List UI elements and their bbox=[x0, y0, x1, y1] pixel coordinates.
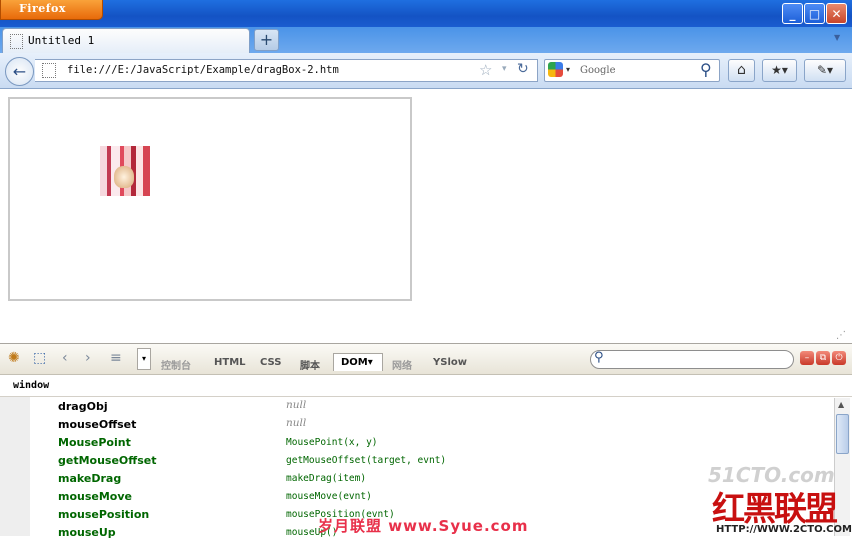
dom-gutter bbox=[0, 397, 30, 536]
engine-dropdown-icon[interactable]: ▾ bbox=[566, 65, 570, 74]
site-identity-icon[interactable] bbox=[42, 63, 56, 78]
watermark-hongxia: 红黑联盟 bbox=[712, 489, 838, 528]
dom-property-name[interactable]: mousePosition bbox=[58, 508, 149, 521]
drag-box-container bbox=[8, 97, 412, 301]
tab-dom[interactable]: DOM▾ bbox=[341, 357, 373, 368]
back-arrow-icon[interactable]: ‹ bbox=[62, 350, 68, 366]
scroll-thumb[interactable] bbox=[836, 414, 849, 454]
dom-property-name[interactable]: MousePoint bbox=[58, 436, 131, 449]
resize-grip-icon[interactable]: ⋰ bbox=[836, 330, 846, 341]
close-button[interactable]: ✕ bbox=[826, 3, 847, 24]
url-text[interactable]: file:///E:/JavaScript/Example/dragBox-2.… bbox=[67, 64, 339, 76]
bookmarks-menu-button[interactable]: ★▾ bbox=[762, 59, 797, 82]
back-button[interactable]: ← bbox=[5, 57, 34, 86]
google-engine-icon[interactable] bbox=[548, 62, 563, 77]
firebug-minimize-button[interactable]: – bbox=[800, 351, 814, 365]
dom-property-value[interactable]: makeDrag(item) bbox=[286, 473, 366, 484]
addon-menu-button[interactable]: ✎▾ bbox=[804, 59, 846, 82]
tab-yslow[interactable]: YSlow bbox=[433, 357, 467, 368]
dom-property-value[interactable]: mouseMove(evnt) bbox=[286, 491, 372, 502]
tab-net[interactable]: 网络 bbox=[392, 357, 412, 372]
forward-arrow-icon[interactable]: › bbox=[85, 350, 91, 366]
dom-property-name[interactable]: dragObj bbox=[58, 400, 108, 413]
maximize-button[interactable]: □ bbox=[804, 3, 825, 24]
search-bar[interactable] bbox=[544, 59, 720, 82]
dom-scrollbar[interactable]: ▲ bbox=[834, 398, 850, 536]
list-icon[interactable]: ≡ bbox=[110, 350, 122, 366]
tab-script[interactable]: 脚本 bbox=[300, 357, 320, 372]
tab-html[interactable]: HTML bbox=[214, 357, 246, 368]
inspect-element-icon[interactable]: ⬚ bbox=[33, 350, 46, 366]
firebug-path-bar bbox=[0, 375, 852, 397]
dom-property-value[interactable]: null bbox=[286, 417, 306, 429]
home-button[interactable]: ⌂ bbox=[728, 59, 755, 82]
tab-css[interactable]: CSS bbox=[260, 357, 281, 368]
tab-console[interactable]: 控制台 bbox=[161, 357, 191, 372]
scroll-up-icon[interactable]: ▲ bbox=[838, 400, 844, 409]
tab-untitled[interactable]: Untitled 1 bbox=[2, 28, 250, 53]
dom-property-name[interactable]: mouseMove bbox=[58, 490, 132, 503]
new-tab-button[interactable]: + bbox=[254, 29, 279, 51]
firebug-close-button[interactable]: ⏻ bbox=[832, 351, 846, 365]
dom-property-value[interactable]: MousePoint(x, y) bbox=[286, 437, 378, 448]
minimize-button[interactable]: _ bbox=[782, 3, 803, 24]
firebug-bug-icon[interactable]: ✺ bbox=[8, 350, 20, 366]
dom-property-value[interactable]: null bbox=[286, 399, 306, 411]
url-history-dropdown-icon[interactable]: ▾ bbox=[502, 64, 507, 74]
title-bar bbox=[0, 0, 852, 27]
bookmark-star-icon[interactable]: ☆ bbox=[479, 61, 492, 79]
draggable-image[interactable] bbox=[100, 146, 150, 196]
dom-property-name[interactable]: mouseOffset bbox=[58, 418, 136, 431]
options-dropdown-icon[interactable]: ▾ bbox=[137, 348, 151, 370]
firefox-menu-button[interactable]: Firefox bbox=[0, 0, 103, 20]
tab-list-chevron-icon[interactable]: ▼ bbox=[834, 33, 840, 42]
dom-property-name[interactable]: mouseUp bbox=[58, 526, 116, 539]
firebug-search-icon: ⚲ bbox=[594, 350, 604, 365]
search-placeholder: Google bbox=[580, 65, 616, 76]
page-icon bbox=[10, 34, 23, 49]
watermark-syue: 岁月联盟 www.Syue.com bbox=[318, 517, 529, 535]
dom-property-name[interactable]: getMouseOffset bbox=[58, 454, 156, 467]
firebug-detach-button[interactable]: ⧉ bbox=[816, 351, 830, 365]
firebug-search-input[interactable] bbox=[590, 350, 794, 369]
watermark-2cto-url: HTTP://WWW.2CTO.COM bbox=[716, 524, 852, 535]
path-window-item[interactable]: window bbox=[13, 380, 49, 391]
dom-property-name[interactable]: makeDrag bbox=[58, 472, 121, 485]
tab-title: Untitled 1 bbox=[28, 34, 95, 47]
reload-icon[interactable]: ↻ bbox=[517, 61, 529, 77]
search-icon[interactable]: ⚲ bbox=[700, 60, 712, 79]
dom-property-value[interactable]: getMouseOffset(target, evnt) bbox=[286, 455, 446, 466]
